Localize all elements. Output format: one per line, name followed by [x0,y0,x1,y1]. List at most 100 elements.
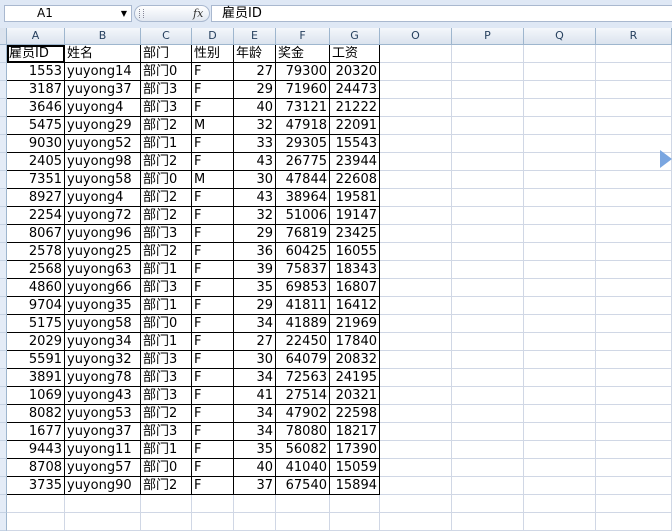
table-cell[interactable]: yuyong58 [65,315,141,333]
table-cell[interactable]: 9030 [7,135,65,153]
table-cell[interactable]: F [192,369,234,387]
row-header[interactable] [0,495,7,513]
empty-cell[interactable] [524,207,596,225]
empty-cell[interactable] [596,477,672,495]
header-cell[interactable]: 工资 [330,45,380,63]
empty-cell[interactable] [524,135,596,153]
empty-cell[interactable] [452,225,524,243]
table-cell[interactable]: 20320 [330,63,380,81]
empty-cell[interactable] [452,117,524,135]
empty-cell[interactable] [380,477,452,495]
header-cell[interactable]: 年龄 [234,45,276,63]
table-cell[interactable]: 4860 [7,279,65,297]
column-header-d[interactable]: D [192,28,234,45]
table-cell[interactable]: F [192,351,234,369]
table-cell[interactable]: 2405 [7,153,65,171]
table-cell[interactable]: 22598 [330,405,380,423]
table-cell[interactable]: yuyong52 [65,135,141,153]
column-header-o[interactable]: O [380,28,452,45]
table-cell[interactable]: yuyong29 [65,117,141,135]
empty-cell[interactable] [524,153,596,171]
table-cell[interactable]: 34 [234,315,276,333]
table-cell[interactable]: 71960 [276,81,330,99]
table-cell[interactable]: 40 [234,459,276,477]
table-cell[interactable]: yuyong90 [65,477,141,495]
table-cell[interactable]: 3735 [7,477,65,495]
table-cell[interactable]: 15894 [330,477,380,495]
table-cell[interactable]: 部门3 [141,369,192,387]
table-cell[interactable]: yuyong4 [65,99,141,117]
empty-cell[interactable] [452,315,524,333]
table-cell[interactable]: F [192,261,234,279]
empty-cell[interactable] [596,81,672,99]
table-cell[interactable]: 1677 [7,423,65,441]
empty-cell[interactable] [380,351,452,369]
empty-cell[interactable] [380,135,452,153]
table-cell[interactable]: yuyong58 [65,171,141,189]
table-cell[interactable]: 22450 [276,333,330,351]
table-cell[interactable]: 15543 [330,135,380,153]
table-cell[interactable]: 部门3 [141,81,192,99]
table-cell[interactable]: 29 [234,297,276,315]
table-cell[interactable]: 21969 [330,315,380,333]
table-cell[interactable]: 43 [234,153,276,171]
empty-cell[interactable] [7,495,65,513]
table-cell[interactable]: F [192,333,234,351]
header-cell[interactable]: 雇员ID [7,45,65,63]
row-header[interactable] [0,315,7,333]
table-cell[interactable]: F [192,279,234,297]
empty-cell[interactable] [524,459,596,477]
table-cell[interactable]: yuyong43 [65,387,141,405]
table-cell[interactable]: F [192,225,234,243]
empty-cell[interactable] [452,297,524,315]
table-cell[interactable]: 部门0 [141,63,192,81]
insert-function-button[interactable]: fx [193,6,203,21]
table-cell[interactable]: 18343 [330,261,380,279]
empty-cell[interactable] [524,99,596,117]
table-cell[interactable]: 部门2 [141,405,192,423]
empty-cell[interactable] [380,369,452,387]
table-cell[interactable]: 部门1 [141,261,192,279]
table-cell[interactable]: 3646 [7,99,65,117]
table-cell[interactable]: 34 [234,405,276,423]
empty-cell[interactable] [452,369,524,387]
table-cell[interactable]: 27 [234,333,276,351]
empty-cell[interactable] [524,45,596,63]
table-cell[interactable]: M [192,171,234,189]
empty-cell[interactable] [380,207,452,225]
table-cell[interactable]: 60425 [276,243,330,261]
column-header-r[interactable]: R [596,28,672,45]
table-cell[interactable]: 24473 [330,81,380,99]
empty-cell[interactable] [452,81,524,99]
table-cell[interactable]: 9704 [7,297,65,315]
header-cell[interactable]: 部门 [141,45,192,63]
table-cell[interactable]: 19147 [330,207,380,225]
table-cell[interactable]: 27 [234,63,276,81]
table-cell[interactable]: 29305 [276,135,330,153]
row-header[interactable] [0,117,7,135]
empty-cell[interactable] [452,423,524,441]
table-cell[interactable]: 部门1 [141,297,192,315]
empty-cell[interactable] [596,99,672,117]
table-cell[interactable]: 18217 [330,423,380,441]
table-cell[interactable]: yuyong14 [65,63,141,81]
empty-cell[interactable] [596,423,672,441]
empty-cell[interactable] [596,351,672,369]
table-cell[interactable]: 32 [234,117,276,135]
table-cell[interactable]: 15059 [330,459,380,477]
header-cell[interactable]: 性别 [192,45,234,63]
table-cell[interactable]: F [192,315,234,333]
table-cell[interactable]: 78080 [276,423,330,441]
table-cell[interactable]: 21222 [330,99,380,117]
empty-cell[interactable] [524,63,596,81]
empty-cell[interactable] [276,513,330,531]
empty-cell[interactable] [452,135,524,153]
table-cell[interactable]: 3187 [7,81,65,99]
empty-cell[interactable] [452,63,524,81]
empty-cell[interactable] [524,117,596,135]
table-cell[interactable]: 56082 [276,441,330,459]
empty-cell[interactable] [524,297,596,315]
table-cell[interactable]: yuyong25 [65,243,141,261]
table-cell[interactable]: F [192,81,234,99]
empty-cell[interactable] [65,513,141,531]
